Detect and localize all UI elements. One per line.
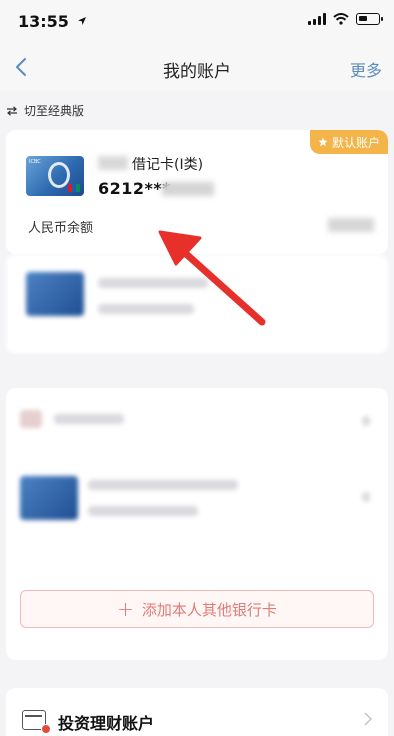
balance-label: 人民币余额 (28, 221, 94, 236)
add-bank-card-button[interactable]: + 添加本人其他银行卡 (20, 590, 374, 628)
status-bar: 13:55 (0, 0, 394, 44)
status-indicators (308, 13, 383, 25)
switch-classic-label: 切至经典版 (24, 104, 85, 118)
investment-account-label: 投资理财账户 (58, 714, 155, 733)
investment-account-row[interactable]: 投资理财账户 (6, 688, 388, 736)
add-bank-card-label: 添加本人其他银行卡 (141, 600, 277, 619)
blurred-text (88, 480, 238, 490)
blurred-chevron (362, 492, 370, 502)
battery-icon (356, 13, 383, 25)
blurred-text (98, 278, 208, 288)
default-card[interactable]: 默认账户 ICBC 借记卡(Ⅰ类) 6212*** 人民币余额 (6, 130, 388, 254)
secondary-card-blurred[interactable] (6, 254, 388, 354)
section-divider (0, 354, 394, 388)
card-number: 6212*** (98, 179, 172, 198)
status-time: 13:55 (18, 12, 87, 31)
switch-classic-link[interactable]: 切至经典版 (6, 102, 84, 119)
star-icon (318, 137, 328, 147)
unionpay-logo-icon (68, 184, 80, 192)
wallet-icon (22, 710, 51, 734)
location-arrow-icon (77, 17, 86, 25)
more-button[interactable]: 更多 (350, 57, 382, 81)
card-type-label: 借记卡(Ⅰ类) (132, 157, 204, 173)
card-image-blurred (26, 272, 84, 316)
wifi-icon (333, 13, 349, 25)
default-account-badge: 默认账户 (309, 130, 388, 154)
card-number-redacted (162, 182, 214, 196)
cellular-signal-icon (308, 13, 326, 25)
nav-bar: 我的账户 更多 (0, 44, 394, 90)
card-image: ICBC (26, 156, 84, 196)
chevron-right-icon (364, 712, 372, 726)
e-logo-icon (48, 162, 70, 188)
bank-logo: ICBC (29, 159, 41, 165)
swap-arrows-icon (7, 105, 17, 116)
page-title: 我的账户 (163, 62, 231, 82)
balance-redacted (328, 218, 374, 232)
section-icon-blurred (20, 410, 42, 428)
blurred-text (54, 414, 124, 424)
blurred-text (88, 506, 198, 516)
plus-icon: + (117, 597, 134, 621)
card-name-redacted (98, 156, 128, 170)
linked-cards-blurred (6, 388, 388, 578)
card-image-blurred (20, 476, 78, 520)
blurred-chevron (362, 416, 370, 426)
blurred-text (98, 304, 194, 314)
linked-cards-section: + 添加本人其他银行卡 (6, 388, 388, 660)
